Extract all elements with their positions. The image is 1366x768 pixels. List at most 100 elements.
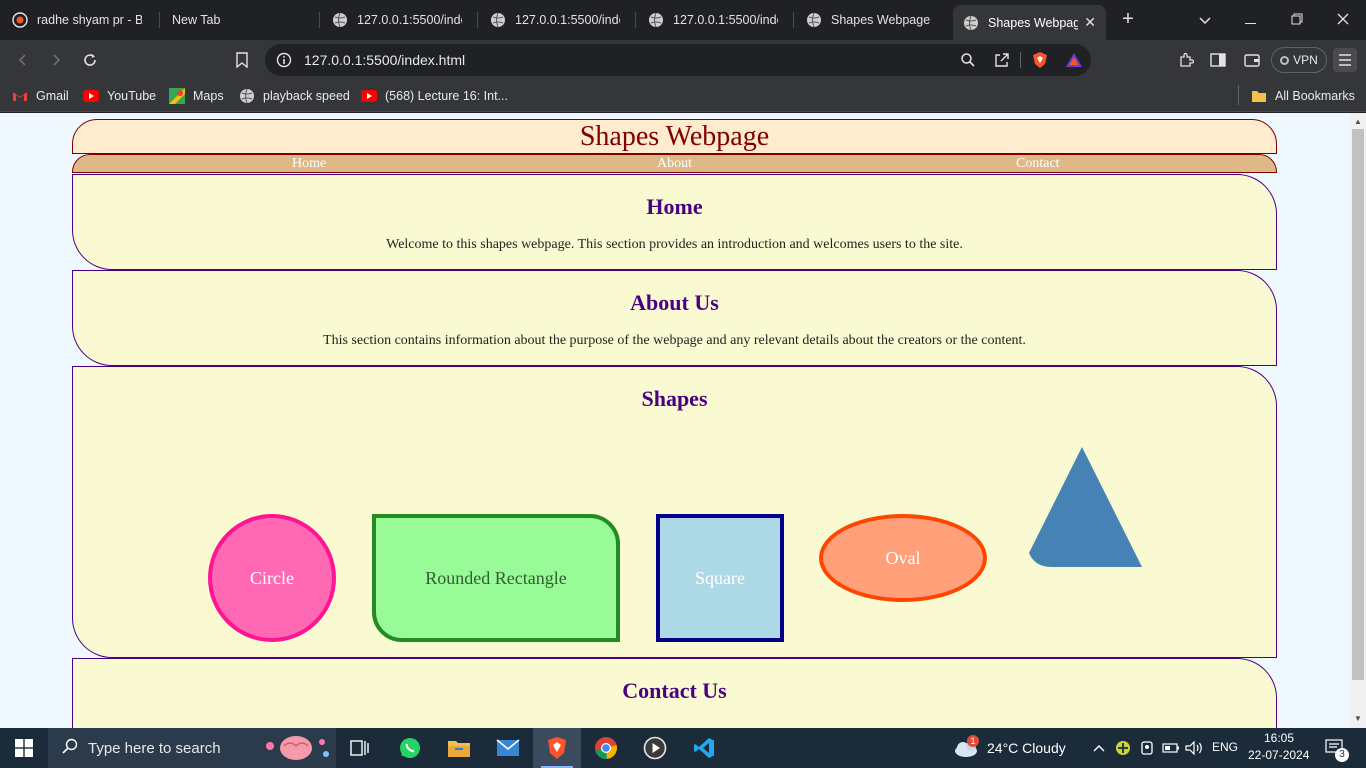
shapes-section: Shapes Circle Rounded Rectangle Square O… <box>72 366 1277 658</box>
weather-text[interactable]: 24°C Cloudy <box>987 740 1066 756</box>
url-text: 127.0.0.1:5500/index.html <box>304 52 466 68</box>
bookmark-label: playback speed <box>263 89 350 103</box>
all-bookmarks-button[interactable]: All Bookmarks <box>1251 86 1355 106</box>
nav-link-home[interactable]: Home <box>292 156 326 172</box>
language-indicator[interactable]: ENG <box>1212 740 1238 754</box>
contact-section: Contact Us <box>72 658 1277 728</box>
start-button[interactable] <box>0 728 48 768</box>
tab-search-chevron-icon[interactable] <box>1193 8 1217 32</box>
forward-arrow-icon[interactable] <box>44 48 68 72</box>
vpn-status-icon <box>1280 55 1290 65</box>
page-scrollbar[interactable]: ▲ ▼ <box>1350 113 1366 728</box>
tab-separator <box>319 12 320 28</box>
volume-icon[interactable] <box>1184 728 1204 768</box>
site-info-icon[interactable] <box>276 52 292 73</box>
browser-tab[interactable]: radhe shyam pr - Brav <box>2 5 152 35</box>
vpn-label: VPN <box>1293 53 1318 67</box>
meet-now-icon[interactable] <box>1138 728 1156 768</box>
scrollbar-thumb[interactable] <box>1352 129 1364 680</box>
close-tab-icon[interactable]: ✕ <box>1084 14 1096 31</box>
nav-link-about[interactable]: About <box>657 156 692 172</box>
new-tab-button[interactable]: + <box>1117 8 1139 30</box>
browser-tab-strip: radhe shyam pr - Brav New Tab 127.0.0.1:… <box>0 0 1366 40</box>
bookmark-lecture[interactable]: (568) Lecture 16: Int... <box>361 86 508 106</box>
home-text: Welcome to this shapes webpage. This sec… <box>386 237 963 252</box>
browser-tab[interactable]: 127.0.0.1:5500/index. <box>322 5 472 35</box>
bookmarks-bar: Gmail YouTube Maps playback speed (568) … <box>0 80 1366 112</box>
bookmark-maps[interactable]: Maps <box>169 86 224 106</box>
site-nav: Home About Contact <box>72 154 1277 173</box>
sidebar-icon[interactable] <box>1206 48 1230 72</box>
tray-app-icon[interactable] <box>1114 728 1132 768</box>
rounded-rectangle-shape: Rounded Rectangle <box>372 514 620 642</box>
weather-icon[interactable]: 1 <box>952 728 980 768</box>
address-bar[interactable]: 127.0.0.1:5500/index.html <box>265 44 1091 76</box>
zoom-icon[interactable] <box>960 52 976 73</box>
bookmark-youtube[interactable]: YouTube <box>83 86 156 106</box>
home-heading: Home <box>646 194 703 219</box>
browser-tab[interactable]: New Tab <box>162 5 317 35</box>
search-icon <box>62 738 78 758</box>
close-window-icon[interactable] <box>1331 8 1355 32</box>
file-explorer-icon[interactable] <box>435 728 483 768</box>
browser-tab[interactable]: Shapes Webpage <box>796 5 948 35</box>
browser-tab[interactable]: 127.0.0.1:5500/index. <box>638 5 788 35</box>
taskbar-search[interactable]: Type here to search <box>48 728 336 768</box>
globe-icon <box>490 12 506 28</box>
chrome-icon[interactable] <box>582 728 630 768</box>
browser-tab[interactable]: 127.0.0.1:5500/index. <box>480 5 630 35</box>
clock-time[interactable]: 16:05 <box>1264 731 1294 745</box>
bookmark-gmail[interactable]: Gmail <box>12 86 69 106</box>
brave-shields-icon[interactable] <box>1031 51 1049 74</box>
minimize-icon[interactable] <box>1239 8 1263 32</box>
notification-center-icon[interactable]: 3 <box>1318 728 1352 768</box>
gmail-icon <box>12 88 28 104</box>
tab-separator <box>793 12 794 28</box>
bookmark-playback-speed[interactable]: playback speed <box>239 86 350 106</box>
site-header: Shapes Webpage <box>72 119 1277 154</box>
whatsapp-icon[interactable] <box>386 728 434 768</box>
weather-badge: 1 <box>967 735 979 747</box>
scroll-down-icon[interactable]: ▼ <box>1350 712 1366 726</box>
globe-icon <box>332 12 348 28</box>
tab-title: radhe shyam pr - Brav <box>37 13 142 27</box>
extensions-icon[interactable] <box>1174 48 1198 72</box>
search-placeholder: Type here to search <box>88 739 221 757</box>
back-arrow-icon[interactable] <box>11 48 35 72</box>
task-view-icon[interactable] <box>336 728 384 768</box>
scroll-up-icon[interactable]: ▲ <box>1350 115 1366 129</box>
share-icon[interactable] <box>994 52 1010 73</box>
tab-title: 127.0.0.1:5500/index. <box>357 13 462 27</box>
nav-link-contact[interactable]: Contact <box>1016 156 1060 172</box>
vscode-icon[interactable] <box>680 728 728 768</box>
wallet-icon[interactable] <box>1240 48 1264 72</box>
reload-icon[interactable] <box>78 48 102 72</box>
browser-tab-active[interactable]: Shapes Webpage ✕ <box>953 5 1106 40</box>
tab-title: 127.0.0.1:5500/index. <box>515 13 620 27</box>
windows-logo-icon <box>15 739 33 757</box>
home-section: Home Welcome to this shapes webpage. Thi… <box>72 174 1277 270</box>
globe-icon <box>806 12 822 28</box>
show-hidden-icons-chevron-icon[interactable] <box>1090 728 1108 768</box>
tab-title: New Tab <box>172 13 221 27</box>
tab-separator <box>159 12 160 28</box>
battery-icon[interactable] <box>1162 728 1180 768</box>
contact-heading: Contact Us <box>622 678 727 703</box>
restore-icon[interactable] <box>1285 8 1309 32</box>
mail-icon[interactable] <box>484 728 532 768</box>
folder-icon <box>1251 88 1267 104</box>
clock-date[interactable]: 22-07-2024 <box>1248 748 1309 762</box>
media-player-icon[interactable] <box>631 728 679 768</box>
brave-rewards-icon[interactable] <box>1065 52 1083 73</box>
youtube-icon <box>83 88 99 104</box>
brave-browser-taskbar-icon[interactable] <box>533 728 581 768</box>
bookmark-icon[interactable] <box>230 48 254 72</box>
browser-toolbar: 127.0.0.1:5500/index.html VPN <box>0 40 1366 80</box>
bookmark-label: All Bookmarks <box>1275 89 1355 103</box>
menu-icon[interactable] <box>1333 48 1357 72</box>
bookmark-label: Gmail <box>36 89 69 103</box>
search-highlight-icon <box>260 732 332 768</box>
shapes-heading: Shapes <box>641 386 708 411</box>
circle-label: Circle <box>250 567 294 588</box>
vpn-button[interactable]: VPN <box>1271 47 1327 73</box>
